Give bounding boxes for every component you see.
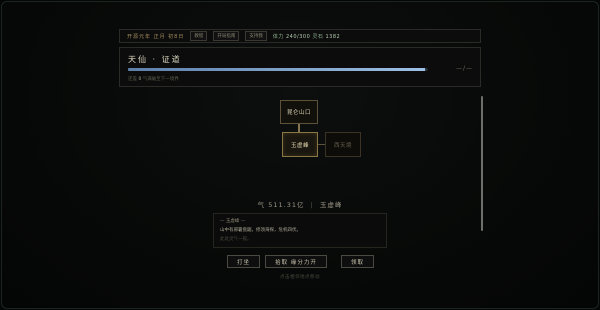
log-header: — 玉虚峰 — <box>220 219 246 224</box>
map-node-kunlun[interactable]: 昆仑山口 <box>280 100 318 124</box>
calendar-date: 开源元年 正月 初8日 <box>127 33 185 40</box>
event-log: — 玉虚峰 — 山中有邪暑盘踞，修须海探，危机四伏。 此处灵气一般。 <box>213 213 387 248</box>
map-connector-vertical <box>298 124 300 132</box>
coin-value: 1382 <box>325 33 341 40</box>
stamina-value: 240/300 <box>285 33 311 40</box>
pickup-button[interactable]: 拾取 缘分力开 <box>265 255 327 268</box>
realm-title: 天仙 · 证道 <box>128 55 182 64</box>
scrollbar[interactable] <box>481 96 483 231</box>
meditate-button[interactable]: 打坐 <box>227 255 260 268</box>
realm-sub-suffix: 气满破至下一境界 <box>142 77 179 82</box>
qi-status-line: 气 511.31亿 | 玉虚峰 <box>0 199 600 209</box>
resource-stats: 体力 240/300 灵石 1382 <box>273 33 340 40</box>
realm-sub-value: 0 <box>138 77 142 82</box>
guide-button[interactable]: 开局指南 <box>213 31 240 41</box>
current-location: 玉虚峰 <box>319 201 343 209</box>
realm-panel: 天仙 · 证道 —/— 还差 0 气满破至下一境界 <box>119 47 481 87</box>
qi-amount: 气 511.31亿 <box>257 201 305 209</box>
log-faint-line: 此处灵气一般。 <box>220 237 252 242</box>
map-connector-horizontal <box>318 144 325 145</box>
stamina-label: 体力 <box>272 33 284 40</box>
map-node-current[interactable]: 玉虚峰 <box>282 132 318 157</box>
separator: | <box>310 201 314 209</box>
realm-sub-prefix: 还差 <box>128 77 137 82</box>
move-hint: 点击相邻地点移动 <box>280 275 320 280</box>
log-line: 山中有邪暑盘踞，修须海探，危机四伏。 <box>220 228 301 233</box>
tutorial-button[interactable]: 教程 <box>190 31 208 41</box>
collect-button[interactable]: 领取 <box>341 255 374 268</box>
cultivation-progress-fill <box>128 68 425 71</box>
support-button[interactable]: 支持我 <box>245 31 267 41</box>
realm-subtext: 还差 0 气满破至下一境界 <box>128 76 179 82</box>
map-node-west[interactable]: 西天境 <box>325 132 361 157</box>
progress-end-mark: —/— <box>456 65 474 72</box>
coin-label: 灵石 <box>312 33 324 40</box>
top-status-bar: 开源元年 正月 初8日 教程 开局指南 支持我 体力 240/300 灵石 13… <box>119 29 481 43</box>
cultivation-progress-bar <box>128 68 428 71</box>
